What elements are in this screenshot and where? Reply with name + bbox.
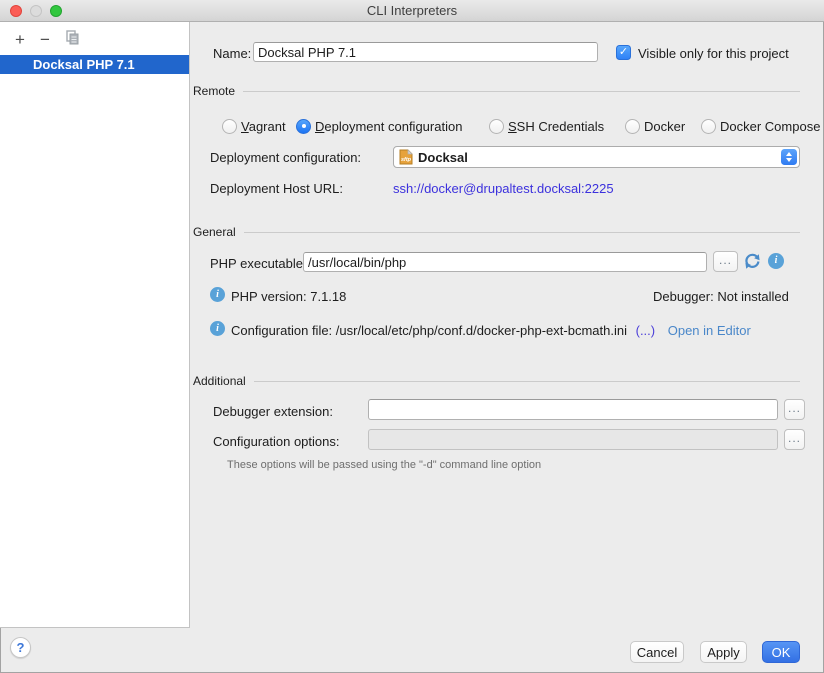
radio-label: Docker — [644, 119, 685, 134]
add-interpreter-button[interactable]: + — [8, 29, 32, 51]
visible-only-label: Visible only for this project — [638, 46, 789, 61]
cli-interpreters-dialog: CLI Interpreters + − Docksal PHP 7.1 — [0, 0, 824, 673]
configuration-file-row: Configuration file: /usr/local/etc/php/c… — [231, 323, 751, 338]
visible-only-checkbox[interactable]: ✓ — [616, 45, 631, 60]
deployment-configuration-select[interactable]: sftp Docksal — [393, 146, 800, 168]
info-icon: i — [210, 287, 225, 302]
window-title: CLI Interpreters — [0, 3, 824, 18]
section-divider — [243, 91, 800, 92]
check-icon: ✓ — [619, 46, 628, 58]
radio-docker[interactable]: Docker — [625, 117, 685, 135]
debugger-status-text: Debugger: Not installed — [653, 289, 789, 304]
remote-section-header: Remote — [193, 84, 800, 98]
radio-docker-compose[interactable]: Docker Compose — [701, 117, 820, 135]
radio-circle-selected — [296, 119, 311, 134]
reload-php-info-icon[interactable] — [743, 252, 762, 271]
debugger-extension-browse-button[interactable]: ... — [784, 399, 805, 420]
radio-circle — [701, 119, 716, 134]
additional-section-header: Additional — [193, 374, 800, 388]
general-header-text: General — [193, 225, 236, 239]
radio-circle — [625, 119, 640, 134]
radio-label: SSH Credentials — [508, 119, 604, 134]
radio-deployment-configuration[interactable]: Deployment configuration — [296, 117, 462, 135]
interpreters-sidebar: + − Docksal PHP 7.1 — [0, 22, 190, 628]
php-executable-input[interactable] — [303, 252, 707, 272]
radio-circle — [222, 119, 237, 134]
sftp-icon: sftp — [399, 149, 413, 165]
chevron-down-icon — [786, 158, 792, 162]
open-in-editor-link[interactable]: Open in Editor — [668, 323, 751, 338]
debugger-extension-input[interactable] — [368, 399, 778, 420]
deployment-configuration-label: Deployment configuration: — [210, 150, 361, 165]
deployment-configuration-value: Docksal — [418, 150, 468, 165]
select-stepper[interactable] — [781, 149, 797, 165]
cancel-button[interactable]: Cancel — [630, 641, 684, 663]
options-note-text: These options will be passed using the "… — [227, 459, 541, 471]
svg-text:sftp: sftp — [401, 157, 412, 163]
php-executable-browse-button[interactable]: ... — [713, 251, 738, 272]
section-divider — [254, 381, 800, 382]
radio-label: Docker Compose — [720, 119, 820, 134]
chevron-up-icon — [786, 152, 792, 156]
php-version-text: PHP version: 7.1.18 — [231, 289, 346, 304]
sidebar-toolbar: + − — [0, 28, 84, 52]
copy-interpreter-button[interactable] — [60, 29, 84, 51]
deployment-host-url-value: ssh://docker@drupaltest.docksal:2225 — [393, 181, 614, 196]
ok-button[interactable]: OK — [762, 641, 800, 663]
remove-interpreter-button[interactable]: − — [33, 29, 57, 51]
configuration-options-label: Configuration options: — [213, 434, 339, 449]
debugger-extension-label: Debugger extension: — [213, 404, 333, 419]
configuration-options-browse-button[interactable]: ... — [784, 429, 805, 450]
name-label: Name: — [213, 46, 251, 61]
sidebar-item-label: Docksal PHP 7.1 — [33, 57, 135, 72]
radio-vagrant[interactable]: Vagrant — [222, 117, 286, 135]
configuration-options-input — [368, 429, 778, 450]
apply-button[interactable]: Apply — [700, 641, 747, 663]
info-icon: i — [210, 321, 225, 336]
configuration-file-more-link[interactable]: (...) — [636, 323, 656, 338]
deployment-host-url-label: Deployment Host URL: — [210, 181, 343, 196]
configuration-file-text: Configuration file: /usr/local/etc/php/c… — [231, 323, 627, 338]
general-section-header: General — [193, 225, 800, 239]
php-info-icon[interactable]: i — [768, 253, 784, 269]
php-executable-label: PHP executable: — [210, 256, 307, 271]
radio-circle — [489, 119, 504, 134]
help-button[interactable]: ? — [10, 637, 31, 658]
additional-header-text: Additional — [193, 374, 246, 388]
radio-label: Deployment configuration — [315, 119, 462, 134]
copy-icon — [65, 30, 80, 50]
section-divider — [244, 232, 800, 233]
radio-ssh-credentials[interactable]: SSH Credentials — [489, 117, 604, 135]
sidebar-item-docksal-php[interactable]: Docksal PHP 7.1 — [0, 55, 189, 74]
radio-label: Vagrant — [241, 119, 286, 134]
name-input[interactable] — [253, 42, 598, 62]
titlebar: CLI Interpreters — [0, 0, 824, 22]
remote-header-text: Remote — [193, 84, 235, 98]
